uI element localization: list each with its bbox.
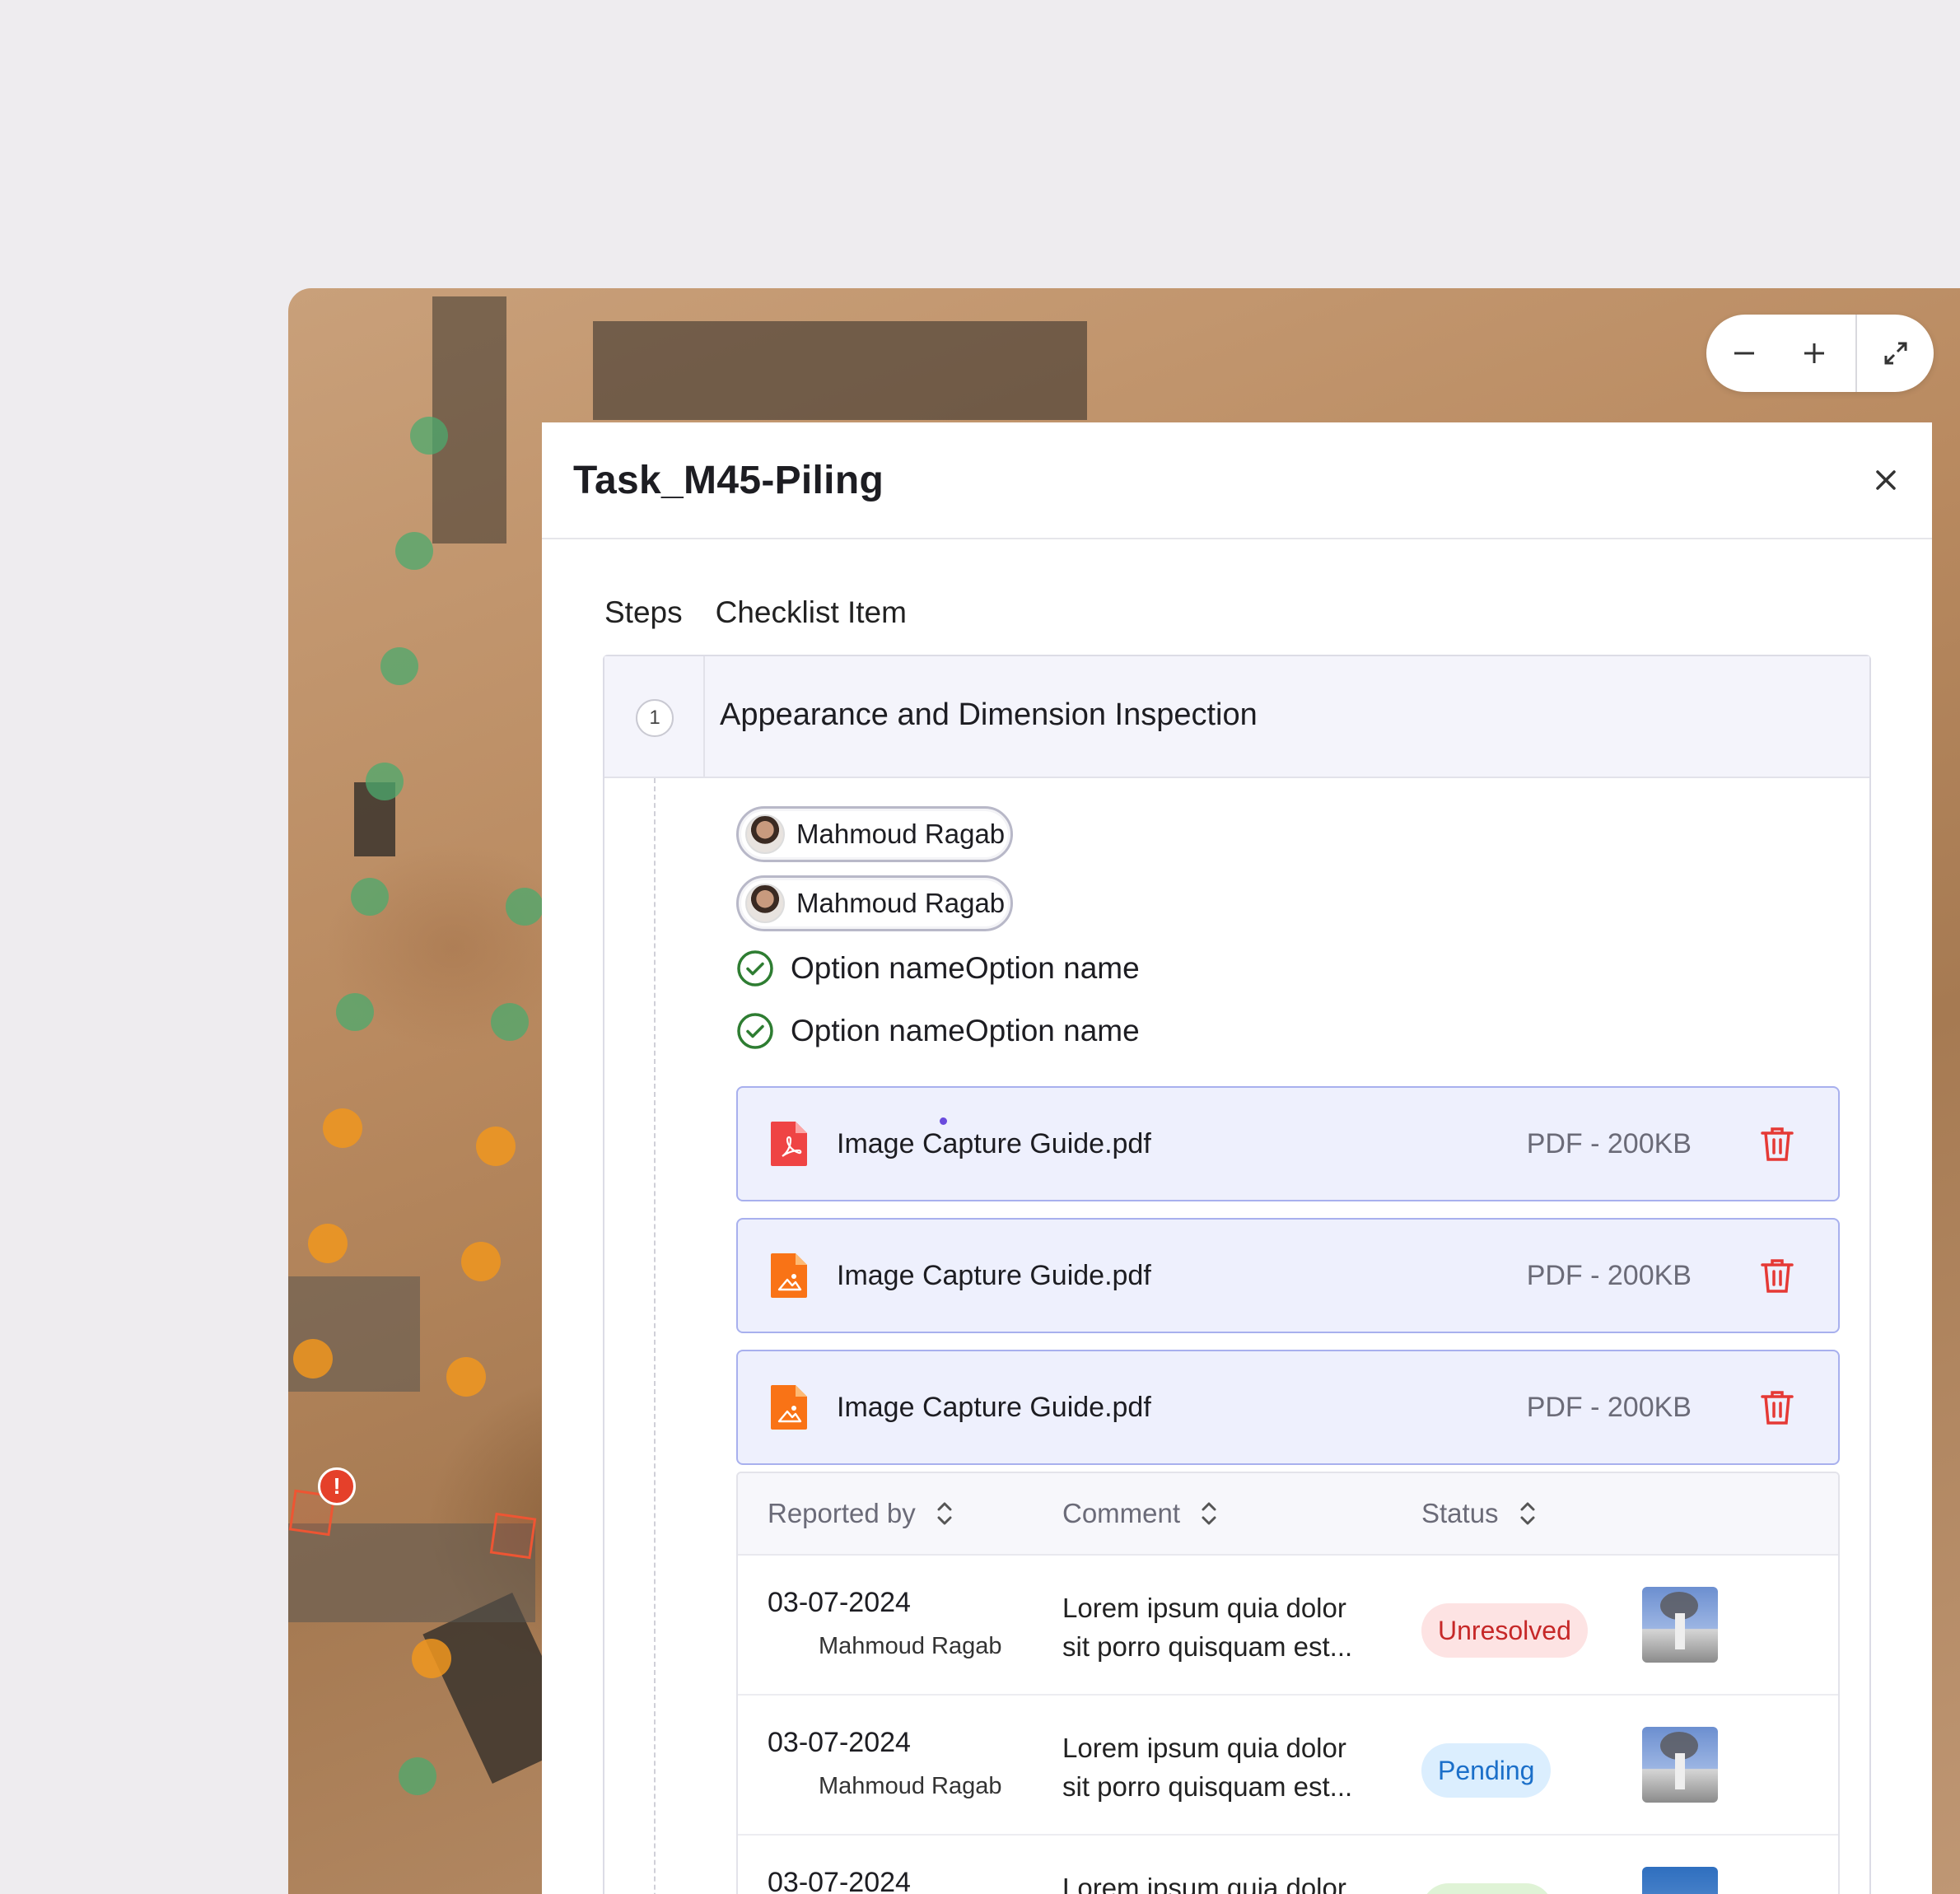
file-meta: PDF - 200KB: [1526, 1127, 1692, 1159]
row-comment: Lorem ipsum quia dolor sit porro quisqua…: [1062, 1593, 1353, 1662]
issues-table: Reported by Comment Status 03-07-2024 Ma…: [736, 1472, 1840, 1894]
minus-icon: [1734, 352, 1755, 355]
column-label: Comment: [1062, 1498, 1181, 1528]
map-pin[interactable]: [491, 1003, 529, 1041]
table-row[interactable]: 03-07-2024 Mahmoud Ragab Lorem ipsum qui…: [738, 1696, 1838, 1836]
plus-icon: [1804, 343, 1825, 363]
file-name: Image Capture Guide.pdf: [837, 1127, 1151, 1159]
assignee-name: Mahmoud Ragab: [796, 888, 1006, 918]
alert-icon[interactable]: !: [318, 1467, 356, 1505]
panel-tabs: Steps Checklist Item: [604, 595, 907, 630]
task-panel: Task_M45-Piling Steps Checklist Item 1 A…: [542, 422, 1932, 1894]
file-name: Image Capture Guide.pdf: [837, 1259, 1151, 1291]
close-icon[interactable]: [1871, 465, 1901, 495]
row-date: 03-07-2024: [768, 1727, 911, 1758]
file-name: Image Capture Guide.pdf: [837, 1391, 1151, 1423]
trash-icon[interactable]: [1759, 1125, 1795, 1163]
expand-icon: [1884, 342, 1907, 365]
table-row[interactable]: 03-07-2024 Lorem ipsum quia dolor: [738, 1836, 1838, 1894]
checklist-option[interactable]: Option nameOption name: [736, 949, 1140, 987]
map-pin[interactable]: [461, 1242, 501, 1281]
status-badge: [1421, 1883, 1553, 1894]
step-header[interactable]: 1 Appearance and Dimension Inspection: [604, 656, 1869, 778]
map-zoom-controls: [1706, 315, 1934, 392]
file-attachment[interactable]: Image Capture Guide.pdf PDF - 200KB: [736, 1350, 1840, 1465]
option-label: Option nameOption name: [791, 1014, 1140, 1047]
table-row[interactable]: 03-07-2024 Mahmoud Ragab Lorem ipsum qui…: [738, 1556, 1838, 1696]
column-status[interactable]: Status: [1421, 1498, 1540, 1529]
trash-icon[interactable]: [1759, 1257, 1795, 1295]
map-pin[interactable]: [476, 1127, 516, 1166]
zoom-in-button[interactable]: [1780, 315, 1850, 392]
row-date: 03-07-2024: [768, 1867, 911, 1894]
status-badge: Unresolved: [1421, 1603, 1588, 1658]
map-pin[interactable]: [366, 763, 404, 800]
assignee-chip[interactable]: Mahmoud Ragab: [736, 875, 1013, 931]
map-pin[interactable]: [399, 1757, 436, 1795]
file-meta: PDF - 200KB: [1526, 1391, 1692, 1423]
row-comment: Lorem ipsum quia dolor sit porro quisqua…: [1062, 1733, 1353, 1802]
map-pin[interactable]: [446, 1357, 486, 1397]
issue-photo-thumbnail[interactable]: [1642, 1727, 1718, 1803]
map-pin[interactable]: [412, 1639, 451, 1678]
page-title: Task_M45-Piling: [573, 458, 884, 502]
check-circle-icon: [737, 950, 773, 987]
map-pin[interactable]: [336, 993, 374, 1031]
issue-photo-thumbnail[interactable]: [1642, 1867, 1718, 1894]
tab-steps[interactable]: Steps: [604, 595, 683, 630]
map-pin[interactable]: [410, 417, 448, 455]
map-pin[interactable]: [506, 888, 544, 926]
status-badge: Pending: [1421, 1743, 1552, 1798]
issue-photo-thumbnail[interactable]: [1642, 1587, 1718, 1663]
image-file-icon: [771, 1385, 807, 1430]
map-pin[interactable]: [308, 1224, 348, 1263]
file-attachment[interactable]: Image Capture Guide.pdf PDF - 200KB: [736, 1086, 1840, 1201]
map-pin[interactable]: [293, 1339, 333, 1379]
avatar: [745, 884, 785, 923]
assignee-name: Mahmoud Ragab: [796, 819, 1006, 849]
row-comment: Lorem ipsum quia dolor: [1062, 1873, 1346, 1894]
checklist-option[interactable]: Option nameOption name: [736, 1012, 1140, 1050]
step-card: 1 Appearance and Dimension Inspection Ma…: [603, 655, 1871, 1894]
focus-indicator: [940, 1117, 947, 1125]
image-file-icon: [771, 1253, 807, 1298]
trash-icon[interactable]: [1759, 1388, 1795, 1426]
issue-marker[interactable]: [489, 1512, 537, 1560]
column-comment[interactable]: Comment: [1062, 1498, 1221, 1529]
timeline-connector: [654, 778, 656, 1894]
tab-checklist-item[interactable]: Checklist Item: [716, 595, 907, 630]
avatar: [745, 814, 785, 854]
pdf-icon: [771, 1122, 807, 1166]
table-header: Reported by Comment Status: [738, 1473, 1838, 1556]
sort-icon: [1202, 1502, 1216, 1525]
file-attachment[interactable]: Image Capture Guide.pdf PDF - 200KB: [736, 1218, 1840, 1333]
column-label: Reported by: [768, 1498, 916, 1528]
option-label: Option nameOption name: [791, 951, 1140, 985]
column-label: Status: [1421, 1498, 1499, 1528]
map-pin[interactable]: [395, 532, 433, 570]
check-circle-icon: [737, 1013, 773, 1049]
divider: [703, 656, 705, 778]
map-pin[interactable]: [323, 1108, 362, 1148]
row-reporter: Mahmoud Ragab: [819, 1633, 1002, 1659]
step-title: Appearance and Dimension Inspection: [720, 697, 1258, 732]
sort-icon: [937, 1502, 952, 1525]
assignee-chip[interactable]: Mahmoud Ragab: [736, 806, 1013, 862]
panel-header: Task_M45-Piling: [542, 422, 1932, 539]
column-reported-by[interactable]: Reported by: [768, 1498, 957, 1529]
fullscreen-button[interactable]: [1857, 315, 1934, 392]
zoom-out-button[interactable]: [1710, 315, 1780, 392]
map-pin[interactable]: [351, 878, 389, 916]
row-date: 03-07-2024: [768, 1587, 911, 1618]
step-number: 1: [636, 699, 674, 737]
row-reporter: Mahmoud Ragab: [819, 1773, 1002, 1799]
map-pin[interactable]: [380, 647, 418, 685]
sort-icon: [1520, 1502, 1535, 1525]
file-meta: PDF - 200KB: [1526, 1259, 1692, 1291]
